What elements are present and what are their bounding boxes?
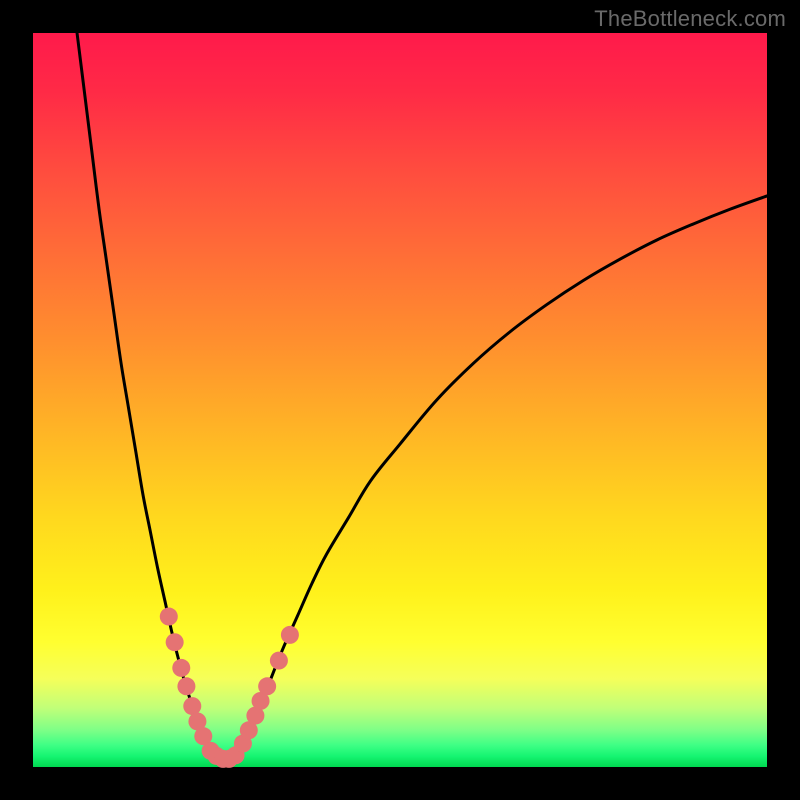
curves <box>77 33 767 760</box>
data-marker <box>258 677 276 695</box>
chart-frame: TheBottleneck.com <box>0 0 800 800</box>
data-marker <box>160 608 178 626</box>
data-marker <box>270 652 288 670</box>
curve-left-branch <box>77 33 216 756</box>
data-marker <box>183 697 201 715</box>
plot-area <box>33 33 767 767</box>
chart-svg <box>33 33 767 767</box>
markers <box>160 608 299 768</box>
watermark-text: TheBottleneck.com <box>594 6 786 32</box>
data-marker <box>281 626 299 644</box>
data-marker <box>172 659 190 677</box>
data-marker <box>177 677 195 695</box>
data-marker <box>166 633 184 651</box>
curve-right-branch <box>231 196 767 758</box>
